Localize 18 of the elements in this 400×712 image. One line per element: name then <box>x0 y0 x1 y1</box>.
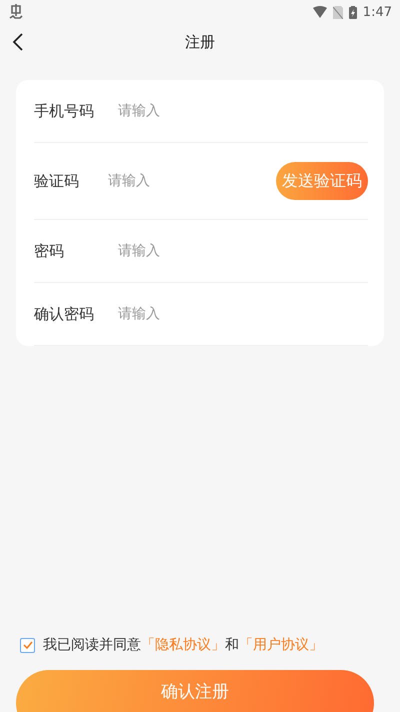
field-label: 密码 <box>34 242 65 260</box>
field-label: 手机号码 <box>34 102 95 120</box>
agreement-text: 我已阅读并同意「隐私协议」和「用户协议」 <box>43 636 323 654</box>
battery-icon <box>348 6 357 18</box>
field-label: 验证码 <box>34 172 80 190</box>
user-agreement-link[interactable]: 「用户协议」 <box>239 637 323 653</box>
app-notification-icon <box>8 4 24 20</box>
privacy-link[interactable]: 「隐私协议」 <box>141 637 225 653</box>
register-button[interactable]: 确认注册 <box>16 670 374 712</box>
check-icon <box>22 641 32 649</box>
wifi-icon <box>312 6 327 18</box>
page-title: 注册 <box>185 32 215 52</box>
agreement-checkbox[interactable] <box>20 638 35 652</box>
status-time: 1:47 <box>362 4 392 20</box>
send-code-button[interactable]: 发送验证码 <box>276 162 368 200</box>
field-label: 确认密码 <box>34 304 95 324</box>
back-icon <box>12 32 24 52</box>
no-sim-icon <box>332 6 343 18</box>
